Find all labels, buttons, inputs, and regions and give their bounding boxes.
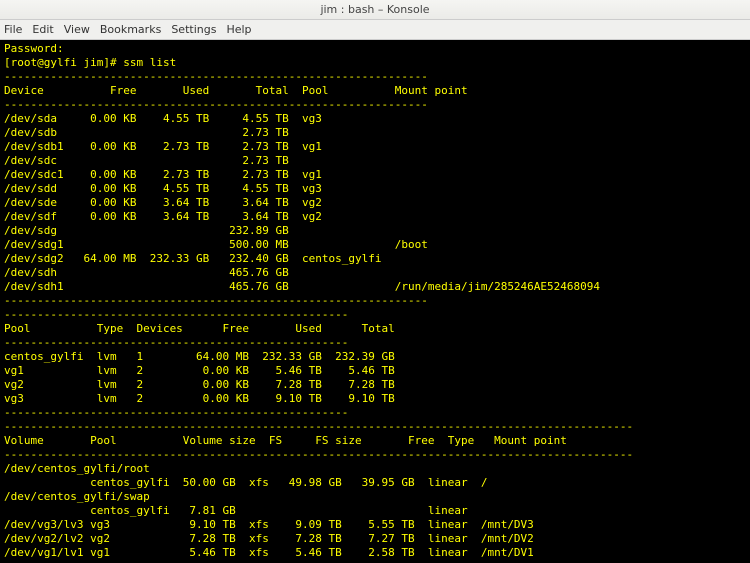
menu-settings[interactable]: Settings: [171, 23, 216, 36]
window-titlebar: jim : bash – Konsole: [0, 0, 750, 20]
window-title: jim : bash – Konsole: [320, 3, 429, 16]
menu-help[interactable]: Help: [226, 23, 251, 36]
menu-file[interactable]: File: [4, 23, 22, 36]
terminal-output[interactable]: Password: [root@gylfi jim]# ssm list ---…: [0, 40, 750, 562]
menubar: File Edit View Bookmarks Settings Help: [0, 20, 750, 40]
menu-bookmarks[interactable]: Bookmarks: [100, 23, 161, 36]
menu-view[interactable]: View: [64, 23, 90, 36]
menu-edit[interactable]: Edit: [32, 23, 53, 36]
